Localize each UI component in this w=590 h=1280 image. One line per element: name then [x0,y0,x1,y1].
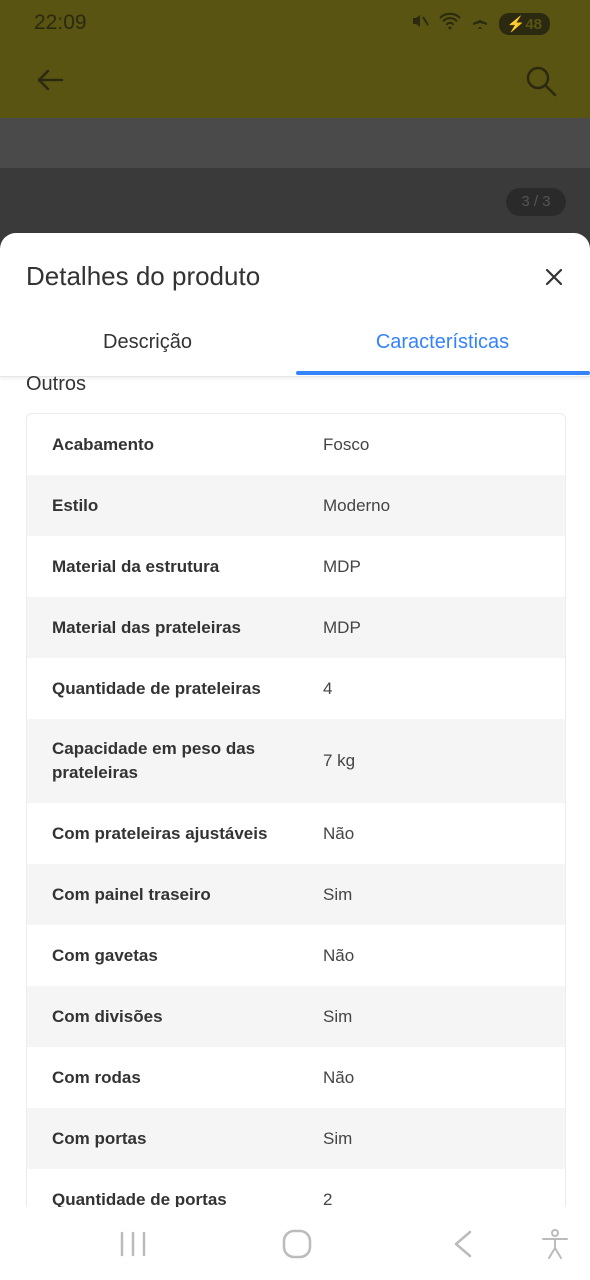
spec-row: Material das prateleiras MDP [27,597,565,658]
spec-row: Quantidade de prateleiras 4 [27,658,565,719]
search-icon[interactable] [524,64,558,98]
active-tab-indicator [296,371,590,375]
spec-row: Com rodas Não [27,1047,565,1108]
status-bar: 22:09 ⚡48 [0,0,590,46]
spec-label: Quantidade de prateleiras [52,678,261,698]
spec-label: Estilo [52,495,99,515]
spec-value: MDP [323,556,361,576]
spec-table: Acabamento Fosco Estilo Moderno Material… [26,413,566,1207]
wifi-icon [438,12,461,35]
spec-value: 7 kg [323,751,356,770]
spec-label: Material da estrutura [52,556,220,576]
spec-value: Moderno [323,495,391,515]
spec-label: Acabamento [52,434,155,454]
spec-label: Com divisões [52,1006,163,1026]
spec-value: Sim [323,1006,353,1026]
background-app: 22:09 ⚡48 3 / 3 [0,0,590,260]
spec-value: MDP [323,617,361,637]
nav-back-icon[interactable] [446,1227,480,1261]
spec-row: Quantidade de portas 2 [27,1169,565,1208]
spec-row: Com prateleiras ajustáveis Não [27,803,565,864]
close-icon[interactable] [538,261,570,293]
spec-label: Com gavetas [52,945,158,965]
spec-row: Com painel traseiro Sim [27,864,565,925]
status-icons: ⚡48 [411,12,550,35]
recents-icon[interactable] [116,1227,150,1261]
spec-label: Quantidade de portas [52,1189,227,1208]
spec-value: Não [323,945,355,965]
spec-value: Não [323,1067,355,1087]
spec-value: Sim [323,884,353,904]
spec-value: Não [323,823,355,843]
tab-caracteristicas[interactable]: Características [295,315,590,377]
spec-row: Capacidade em peso das prateleiras 7 kg [27,719,565,803]
spec-row: Estilo Moderno [27,475,565,536]
airplane-icon [471,12,489,35]
spec-label: Com prateleiras ajustáveis [52,823,268,843]
back-arrow-icon[interactable] [34,64,66,96]
battery-indicator: ⚡48 [498,12,550,35]
product-details-sheet: Detalhes do produto Descrição Caracterís… [0,233,590,1207]
spec-label: Com rodas [52,1067,141,1087]
product-image-shape [0,118,590,168]
spec-value: Sim [323,1128,353,1148]
battery-level: 48 [525,15,542,33]
spec-row: Material da estrutura MDP [27,536,565,597]
spec-value: 2 [323,1189,333,1208]
spec-value: Fosco [323,434,370,454]
accessibility-icon[interactable] [538,1227,572,1261]
spec-row: Com divisões Sim [27,986,565,1047]
spec-label: Com painel traseiro [52,884,211,904]
home-icon[interactable] [280,1227,314,1261]
spec-value: 4 [323,678,333,698]
status-time: 22:09 [34,11,87,34]
tab-descricao[interactable]: Descrição [0,315,295,377]
spec-row: Com portas Sim [27,1108,565,1169]
spec-row: Acabamento Fosco [27,414,565,475]
image-counter: 3 / 3 [506,188,566,216]
spec-label: Material das prateleiras [52,617,241,637]
spec-label: Com portas [52,1128,147,1148]
tabs: Descrição Características [0,315,590,377]
spec-label: Capacidade em peso das prateleiras [52,739,256,782]
section-title: Outros [26,373,87,395]
mute-icon [411,12,429,35]
navigation-bar [0,1207,590,1280]
spec-row: Com gavetas Não [27,925,565,986]
sheet-title: Detalhes do produto [26,261,261,291]
